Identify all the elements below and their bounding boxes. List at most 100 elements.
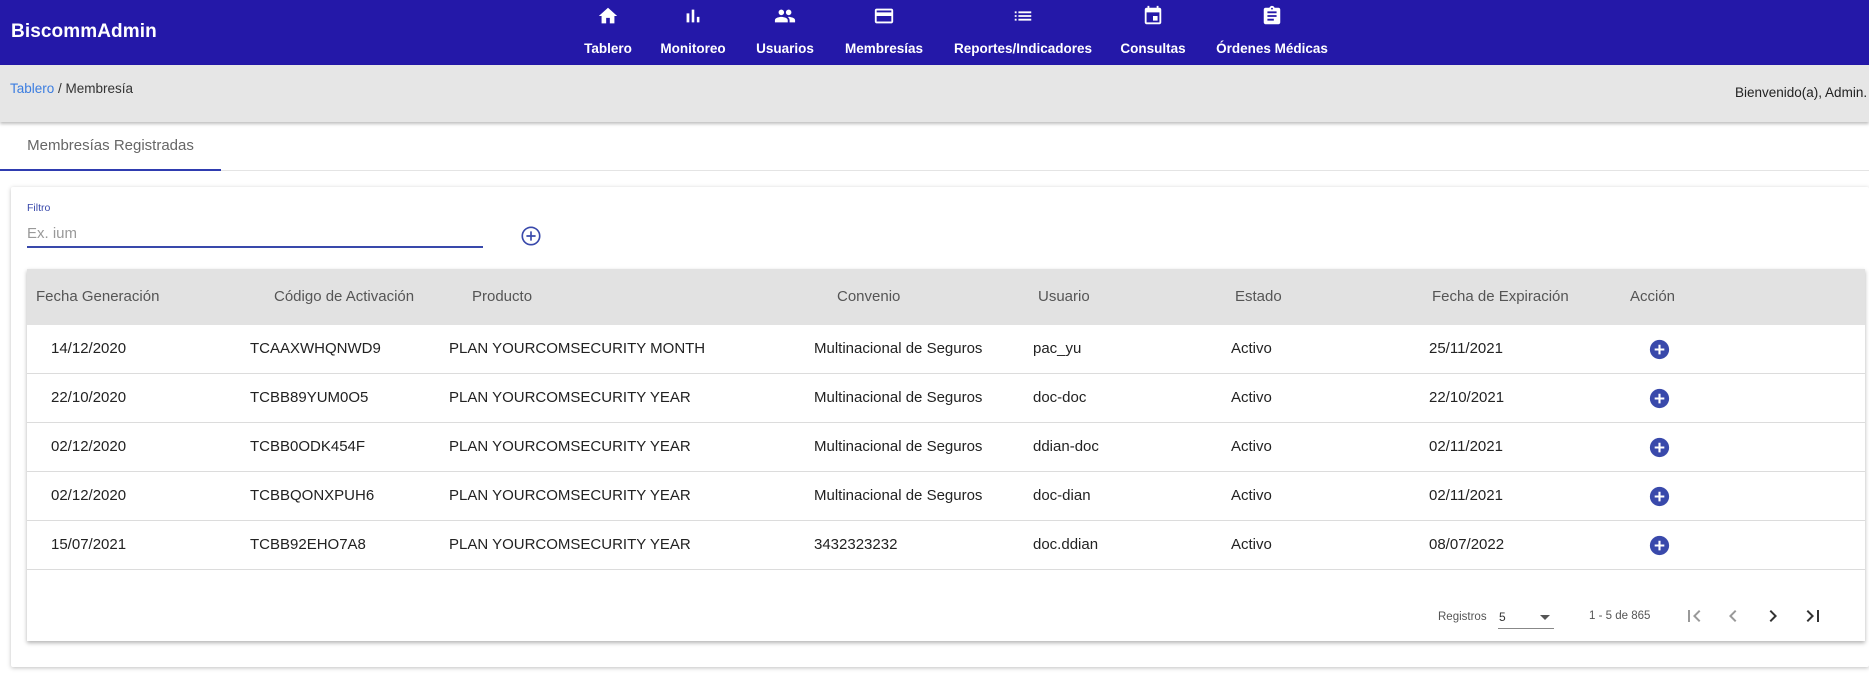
cell-fecha-generacion: 02/12/2020: [51, 438, 127, 455]
cell-convenio: 3432323232: [814, 536, 898, 553]
nav-item-reportes[interactable]: Reportes/Indicadores: [953, 4, 1093, 62]
nav-item-tablero[interactable]: Tablero: [584, 4, 632, 62]
page-size-label: Registros: [1438, 611, 1487, 623]
breadcrumb-bar: Tablero / Membresía Bienvenido(a), Admin…: [0, 65, 1869, 122]
nav-item-ordenes-medicas[interactable]: Órdenes Médicas: [1215, 4, 1329, 62]
top-navbar: BiscommAdmin Tablero Monitoreo Usuarios …: [0, 0, 1869, 65]
nav-item-label: Monitoreo: [660, 41, 726, 56]
nav-item-membresias[interactable]: Membresías: [843, 4, 925, 62]
memberships-table: Fecha Generación Código de Activación Pr…: [27, 269, 1865, 641]
cell-usuario: doc-dian: [1033, 487, 1091, 504]
cell-estado: Activo: [1231, 487, 1272, 504]
cell-usuario: doc-doc: [1033, 389, 1087, 406]
first-page-button[interactable]: [1682, 604, 1706, 628]
cell-producto: PLAN YOURCOMSECURITY YEAR: [449, 487, 691, 504]
column-header-codigo-activacion[interactable]: Código de Activación: [274, 288, 414, 305]
add-circle-icon[interactable]: [520, 225, 542, 247]
page-range-label: 1 - 5 de 865: [1589, 610, 1651, 622]
cell-fecha-expiracion: 02/11/2021: [1429, 438, 1503, 455]
nav-item-label: Tablero: [584, 41, 632, 56]
cell-convenio: Multinacional de Seguros: [814, 438, 983, 455]
dropdown-caret-icon: [1540, 615, 1550, 620]
cell-usuario: doc.ddian: [1033, 536, 1099, 553]
filter-input[interactable]: [27, 220, 483, 248]
table-row[interactable]: 14/12/2020 TCAAXWHQNWD9 PLAN YOURCOMSECU…: [27, 325, 1865, 374]
column-header-convenio[interactable]: Convenio: [837, 288, 900, 305]
page-size-value: 5: [1499, 610, 1506, 624]
table-row[interactable]: 02/12/2020 TCBBQONXPUH6 PLAN YOURCOMSECU…: [27, 472, 1865, 521]
people-icon: [774, 9, 796, 23]
cell-estado: Activo: [1231, 438, 1272, 455]
column-header-usuario[interactable]: Usuario: [1038, 288, 1090, 305]
table-header: Fecha Generación Código de Activación Pr…: [27, 269, 1865, 325]
home-icon: [598, 7, 618, 24]
cell-fecha-generacion: 14/12/2020: [51, 340, 127, 357]
calendar-icon: [1144, 5, 1162, 25]
cell-codigo-activacion: TCBB0ODK454F: [250, 438, 366, 455]
nav-item-label: Reportes/Indicadores: [953, 41, 1093, 56]
cell-codigo-activacion: TCBBQONXPUH6: [250, 487, 375, 504]
cell-usuario: ddian-doc: [1033, 438, 1099, 455]
breadcrumb-current: Membresía: [65, 81, 134, 96]
tab-bar: Membresías Registradas: [0, 122, 1869, 171]
paginator: Registros 5 1 - 5 de 865: [27, 589, 1865, 641]
cell-fecha-expiracion: 22/10/2021: [1429, 389, 1505, 406]
previous-page-button[interactable]: [1721, 604, 1745, 628]
row-action-add-icon[interactable]: [1649, 535, 1670, 556]
nav-item-usuarios[interactable]: Usuarios: [753, 4, 817, 62]
cell-producto: PLAN YOURCOMSECURITY MONTH: [449, 340, 706, 357]
cell-fecha-expiracion: 08/07/2022: [1429, 536, 1505, 553]
breadcrumb-link-tablero[interactable]: Tablero: [10, 81, 54, 96]
breadcrumb-separator: /: [54, 81, 66, 96]
row-action-add-icon[interactable]: [1649, 388, 1670, 409]
column-header-producto[interactable]: Producto: [472, 288, 532, 305]
nav-item-consultas[interactable]: Consultas: [1120, 4, 1186, 62]
row-action-add-icon[interactable]: [1649, 339, 1670, 360]
column-header-estado[interactable]: Estado: [1235, 288, 1282, 305]
filter-label: Filtro: [27, 202, 51, 214]
clipboard-icon: [1263, 5, 1281, 25]
credit-card-icon: [874, 8, 894, 24]
nav-item-label: Consultas: [1120, 41, 1186, 56]
last-page-button[interactable]: [1801, 604, 1825, 628]
cell-estado: Activo: [1231, 389, 1272, 406]
nav-item-label: Membresías: [844, 41, 924, 56]
cell-codigo-activacion: TCAAXWHQNWD9: [250, 340, 381, 357]
cell-producto: PLAN YOURCOMSECURITY YEAR: [449, 536, 691, 553]
page-size-select[interactable]: 5: [1498, 607, 1554, 629]
cell-fecha-generacion: 15/07/2021: [51, 536, 127, 553]
welcome-text: Bienvenido(a), Admin.: [1735, 85, 1868, 100]
first-page-icon: [1688, 610, 1701, 622]
cell-codigo-activacion: TCBB92EHO7A8: [250, 536, 366, 553]
app-brand[interactable]: BiscommAdmin: [11, 21, 157, 43]
table-row[interactable]: 22/10/2020 TCBB89YUM0O5 PLAN YOURCOMSECU…: [27, 374, 1865, 423]
column-header-fecha-generacion[interactable]: Fecha Generación: [36, 288, 159, 305]
nav-item-monitoreo[interactable]: Monitoreo: [658, 4, 728, 62]
cell-convenio: Multinacional de Seguros: [814, 340, 983, 357]
cell-producto: PLAN YOURCOMSECURITY YEAR: [449, 389, 691, 406]
cell-convenio: Multinacional de Seguros: [814, 487, 983, 504]
table-row[interactable]: 02/12/2020 TCBB0ODK454F PLAN YOURCOMSECU…: [27, 423, 1865, 472]
cell-fecha-generacion: 22/10/2020: [51, 389, 127, 406]
table-row[interactable]: 15/07/2021 TCBB92EHO7A8 PLAN YOURCOMSECU…: [27, 521, 1865, 570]
column-header-accion: Acción: [1630, 288, 1676, 305]
last-page-icon: [1806, 610, 1819, 622]
row-action-add-icon[interactable]: [1649, 486, 1670, 507]
column-header-fecha-expiracion[interactable]: Fecha de Expiración: [1432, 288, 1569, 305]
bar-chart-icon: [686, 9, 700, 23]
memberships-card: Filtro Fecha Generación Código de Activa…: [11, 187, 1869, 667]
nav-item-label: Órdenes Médicas: [1216, 41, 1328, 56]
cell-producto: PLAN YOURCOMSECURITY YEAR: [449, 438, 691, 455]
cell-fecha-generacion: 02/12/2020: [51, 487, 127, 504]
next-page-button[interactable]: [1761, 604, 1785, 628]
cell-codigo-activacion: TCBB89YUM0O5: [250, 389, 369, 406]
cell-estado: Activo: [1231, 536, 1272, 553]
tab-membresias-registradas[interactable]: Membresías Registradas: [0, 122, 221, 171]
cell-estado: Activo: [1231, 340, 1272, 357]
list-icon: [1014, 11, 1032, 21]
chevron-left-icon: [1729, 610, 1737, 622]
row-action-add-icon[interactable]: [1649, 437, 1670, 458]
cell-usuario: pac_yu: [1033, 340, 1082, 357]
chevron-right-icon: [1769, 610, 1777, 622]
breadcrumb: Tablero / Membresía: [10, 81, 133, 96]
